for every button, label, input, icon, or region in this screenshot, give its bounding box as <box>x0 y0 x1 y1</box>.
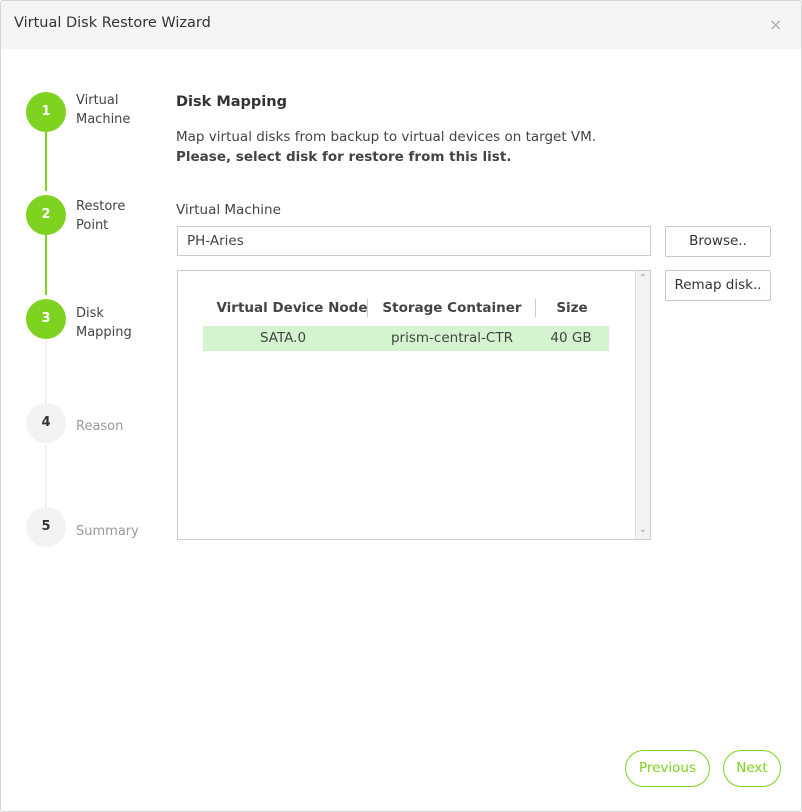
next-button[interactable]: Next <box>723 750 781 787</box>
step-4-number: 4 <box>26 403 66 443</box>
step-2-number: 2 <box>26 195 66 235</box>
step-connector <box>45 340 47 403</box>
disk-table: Virtual Device Node Storage Container Si… <box>177 270 651 540</box>
step-1-number: 1 <box>26 92 66 132</box>
close-icon[interactable]: × <box>769 15 782 34</box>
previous-button[interactable]: Previous <box>625 750 710 787</box>
instruction-text: Please, select disk for restore from thi… <box>176 149 512 165</box>
cell-container: prism-central-CTR <box>390 330 513 346</box>
description-text: Map virtual disks from backup to virtual… <box>176 129 597 145</box>
vm-field[interactable]: PH-Aries <box>177 226 651 256</box>
step-3-number: 3 <box>26 299 66 339</box>
step-connector <box>45 235 47 295</box>
vm-field-label: Virtual Machine <box>176 202 281 218</box>
browse-button[interactable]: Browse.. <box>665 226 771 257</box>
column-divider <box>535 299 536 317</box>
cell-node: SATA.0 <box>259 330 307 346</box>
chevron-up-icon[interactable]: ⌃ <box>636 273 650 284</box>
cell-size: 40 GB <box>550 330 592 346</box>
column-divider <box>367 299 368 317</box>
wizard-window: Virtual Disk Restore Wizard × 1 Virtual … <box>0 0 802 812</box>
step-connector <box>45 445 47 509</box>
column-header: Virtual Device Node <box>216 300 368 316</box>
table-scrollbar[interactable]: ⌃ ⌄ <box>635 271 650 539</box>
step-3-label: Disk Mapping <box>76 306 132 340</box>
step-2-label: Restore Point <box>76 199 126 233</box>
table-row[interactable]: SATA.0 prism-central-CTR 40 GB <box>203 326 609 351</box>
step-1-label: Virtual Machine <box>76 93 131 127</box>
title-bar: Virtual Disk Restore Wizard × <box>1 1 801 49</box>
step-connector <box>45 132 47 191</box>
column-header: Size <box>556 300 588 316</box>
step-5-number: 5 <box>26 507 66 547</box>
column-header: Storage Container <box>382 300 522 316</box>
remap-disk-button[interactable]: Remap disk.. <box>665 270 771 301</box>
window-title: Virtual Disk Restore Wizard <box>14 15 211 31</box>
step-5-label: Summary <box>76 524 139 539</box>
section-title: Disk Mapping <box>176 94 287 110</box>
step-4-label: Reason <box>76 419 124 434</box>
chevron-down-icon[interactable]: ⌄ <box>636 524 650 535</box>
